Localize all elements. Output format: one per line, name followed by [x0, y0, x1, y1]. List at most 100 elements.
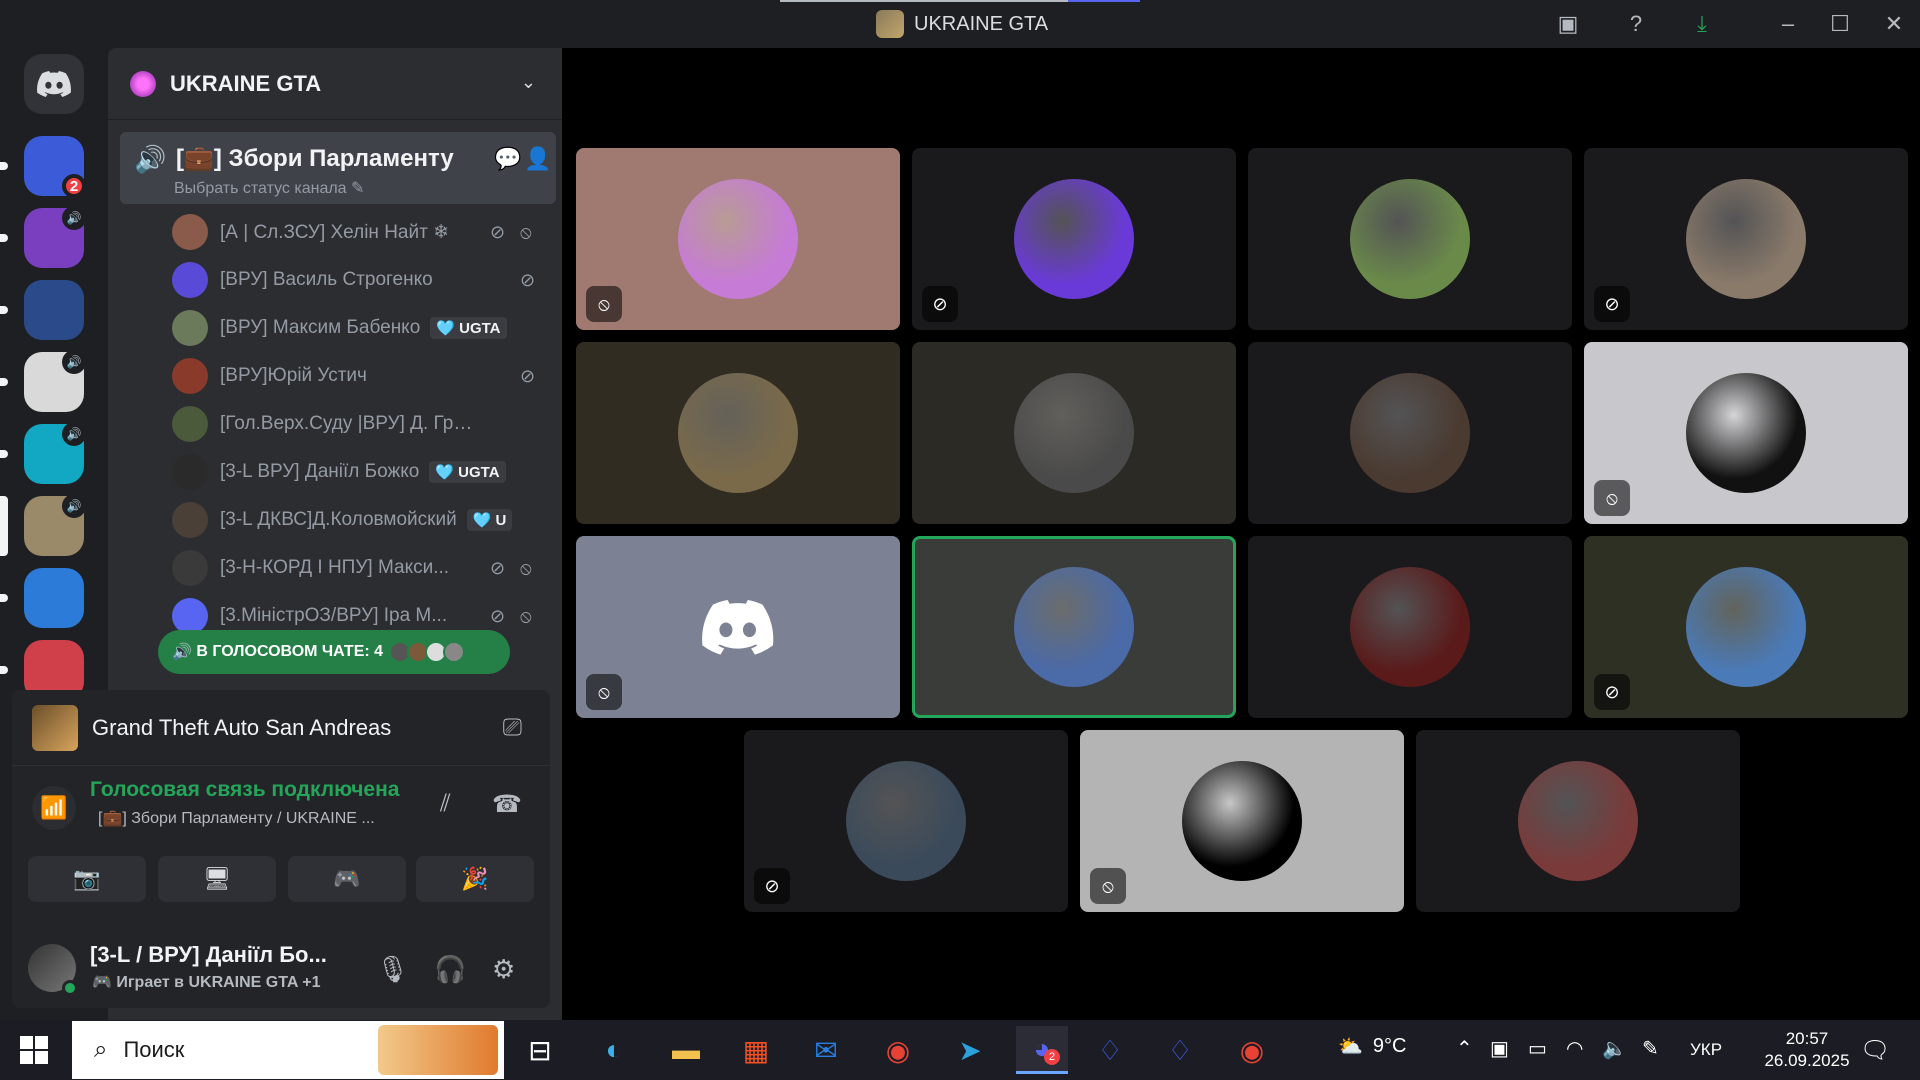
server-icon[interactable]: 🔊 — [24, 494, 86, 556]
minimize-button[interactable]: – — [1770, 8, 1806, 40]
guild-name: UKRAINE GTA — [170, 70, 322, 96]
camera-button[interactable]: 📷 — [28, 856, 146, 902]
server-icon[interactable]: 2 — [24, 136, 86, 198]
noise-suppression-icon[interactable]: ⫽ — [440, 790, 451, 818]
discord-logo-icon — [678, 567, 798, 687]
outlook-icon[interactable]: ✉ — [800, 1026, 852, 1074]
user-name[interactable]: [3-L / ВРУ] Даніїл Бо... — [90, 942, 350, 968]
notification-icon[interactable]: 🗨 — [1860, 1036, 1890, 1065]
avatar — [678, 179, 798, 299]
inbox-icon[interactable]: ▣ — [1550, 8, 1586, 40]
windows-start-icon[interactable] — [20, 1036, 48, 1064]
participant-tile[interactable] — [1248, 536, 1572, 718]
camera-off-icon: ⦸ — [1090, 868, 1126, 904]
soundboard-button[interactable]: 🎉 — [416, 856, 534, 902]
participant-tile[interactable]: ⦸ — [1584, 342, 1908, 524]
search-placeholder: Поиск — [123, 1037, 185, 1062]
activities-button[interactable]: 🎮 — [288, 856, 406, 902]
signal-icon[interactable]: 📶 — [32, 786, 76, 830]
file-explorer-icon[interactable]: ▬ — [660, 1026, 712, 1074]
chevron-down-icon[interactable]: ⌄ — [521, 72, 536, 93]
voice-member[interactable]: [ВРУ]Юрій Устич ⊘ — [172, 356, 552, 396]
avatar — [1686, 373, 1806, 493]
screen-share-icon[interactable]: ⎚ — [503, 714, 522, 742]
chrome-icon[interactable]: ◉ — [872, 1026, 924, 1074]
voice-member[interactable]: [3-L ВРУ] Даніїл Божко 🩵 UGTA — [172, 452, 552, 492]
close-button[interactable]: ✕ — [1876, 8, 1912, 40]
headphones-icon[interactable]: 🎧 — [434, 954, 466, 985]
clock[interactable]: 20:57 26.09.2025 — [1762, 1028, 1852, 1072]
server-pill — [0, 378, 8, 386]
voice-channel-row[interactable]: 🔊 [💼] Збори Парламенту Выбрать статус ка… — [120, 132, 556, 204]
voice-member[interactable]: [3-Н-КОРД І НПУ] Макси... ⊘ ⦸ — [172, 548, 552, 588]
voice-member[interactable]: [Гол.Верх.Суду |ВРУ] Д. Грицьков — [172, 404, 552, 444]
server-icon[interactable] — [24, 280, 84, 340]
server-icon[interactable]: 🔊 — [24, 350, 86, 412]
guild-header[interactable]: UKRAINE GTA ⌄ — [108, 48, 562, 120]
voice-member[interactable]: [ВРУ] Василь Строгенко ⊘ — [172, 260, 552, 300]
participant-tile[interactable]: ⊘ — [1584, 148, 1908, 330]
disconnect-icon[interactable]: ☎ — [492, 790, 522, 819]
avatar — [1014, 179, 1134, 299]
maximize-button[interactable]: ☐ — [1822, 8, 1858, 40]
weather-widget[interactable]: ⛅ 9°C — [1338, 1034, 1406, 1059]
server-pill — [0, 306, 8, 314]
mic-off-icon: ⊘ — [490, 221, 506, 242]
participant-tile[interactable] — [1248, 148, 1572, 330]
ms-store-icon[interactable]: ▦ — [730, 1026, 782, 1074]
share-screen-button[interactable]: 🖥 — [158, 856, 276, 902]
voice-member[interactable]: [ВРУ] Максим Бабенко 🩵 UGTA — [172, 308, 552, 348]
participant-tile[interactable]: ⊘ — [744, 730, 1068, 912]
avatar — [846, 761, 966, 881]
chevron-up-icon[interactable]: ⌃ — [1456, 1036, 1473, 1061]
voice-member[interactable]: [3-L ДКВС]Д.Коловмойский 🩵 U — [172, 500, 552, 540]
wifi-icon[interactable]: ◠ — [1566, 1036, 1583, 1061]
participant-tile[interactable] — [912, 536, 1236, 718]
avatar — [172, 406, 208, 442]
server-icon[interactable]: 🔊 — [24, 206, 86, 268]
participant-tile[interactable] — [912, 342, 1236, 524]
server-icon[interactable]: 🔊 — [24, 422, 86, 484]
app-launcher-icon[interactable]: ♢ — [1154, 1026, 1206, 1074]
screen-share-icon: 🖥 — [203, 866, 231, 891]
avatar — [172, 502, 208, 538]
voice-connected-subtitle[interactable]: [💼] Збори Парламенту / UKRAINE ... — [98, 808, 428, 828]
chat-bubble-icon[interactable]: 💬 — [494, 146, 521, 172]
tray-app-icon[interactable]: ▣ — [1490, 1036, 1509, 1061]
server-pill — [0, 594, 8, 602]
volume-icon[interactable]: 🔈 — [1602, 1036, 1627, 1061]
participant-tile[interactable] — [1248, 342, 1572, 524]
microphone-icon[interactable]: 🎙 — [376, 954, 409, 985]
telegram-icon[interactable]: ➤ — [944, 1026, 996, 1074]
speaker-icon: 🔊 — [62, 350, 86, 374]
discord-taskbar-icon[interactable]: ◕ 2 — [1016, 1026, 1068, 1074]
user-status: 🎮 Играет в UKRAINE GTA +1 — [92, 974, 321, 991]
voice-chat-pill[interactable]: 🔊 В ГОЛОСОВОМ ЧАТЕ: 4 — [158, 630, 510, 674]
invite-user-icon[interactable]: 👤 — [524, 146, 551, 172]
edge-icon[interactable]: ◐ — [588, 1026, 640, 1074]
participant-tile[interactable]: ⦸ — [576, 148, 900, 330]
participant-tile[interactable]: ⊘ — [1584, 536, 1908, 718]
chrome-icon[interactable]: ◉ — [1226, 1026, 1278, 1074]
app-launcher-icon[interactable]: ♢ — [1084, 1026, 1136, 1074]
battery-icon[interactable]: ▭ — [1528, 1036, 1547, 1061]
participant-tile[interactable]: ⦸ — [576, 536, 900, 718]
channel-status[interactable]: Выбрать статус канала ✎ — [174, 178, 364, 198]
participant-tile[interactable]: ⦸ — [1080, 730, 1404, 912]
search-input[interactable]: ⌕ Поиск — [72, 1021, 504, 1079]
avatar — [1350, 567, 1470, 687]
voice-member[interactable]: [А | Сл.ЗСУ] Хелін Найт ❄ ⊘ ⦸ — [172, 212, 552, 252]
participant-tile[interactable] — [576, 342, 900, 524]
task-view-icon[interactable]: ⊟ — [514, 1026, 566, 1074]
download-icon[interactable]: ⤓ — [1684, 8, 1720, 40]
gear-icon[interactable]: ⚙ — [492, 954, 515, 985]
participant-tile[interactable]: ⊘ — [912, 148, 1236, 330]
voice-connection: 📶 Голосовая связь подключена [💼] Збори П… — [12, 768, 550, 848]
server-icon[interactable] — [24, 568, 84, 628]
discord-home-button[interactable] — [24, 54, 84, 114]
help-icon[interactable]: ? — [1618, 8, 1654, 40]
participant-tile[interactable] — [1416, 730, 1740, 912]
pen-icon[interactable]: ✎ — [1642, 1036, 1659, 1061]
user-status-text: Играет в UKRAINE GTA +1 — [116, 974, 321, 991]
language-indicator[interactable]: УКР — [1690, 1040, 1722, 1060]
